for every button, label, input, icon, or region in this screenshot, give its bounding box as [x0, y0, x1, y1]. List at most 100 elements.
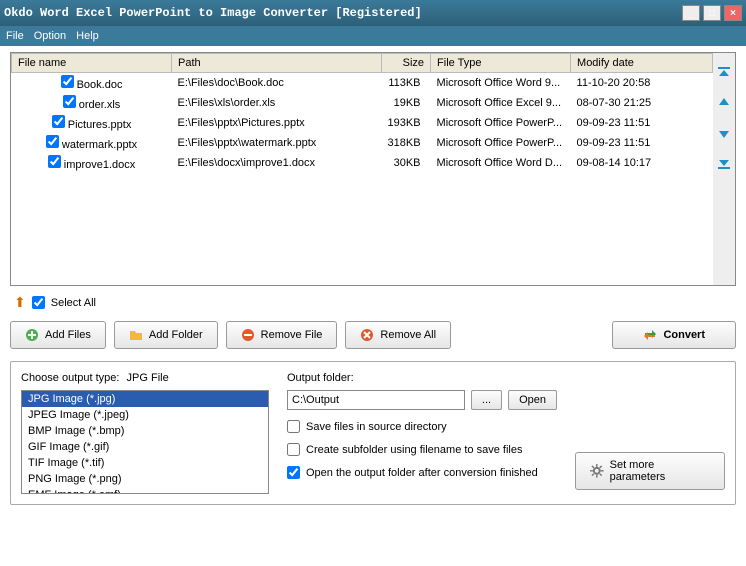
cell-date: 09-09-23 11:51 — [571, 133, 713, 153]
cell-path: E:\Files\doc\Book.doc — [172, 73, 382, 94]
more-parameters-button[interactable]: Set more parameters — [575, 452, 725, 490]
file-list-panel: File name Path Size File Type Modify dat… — [10, 52, 736, 286]
row-checkbox[interactable] — [52, 115, 65, 128]
col-size[interactable]: Size — [382, 54, 431, 73]
cell-type: Microsoft Office Word D... — [431, 153, 571, 173]
col-date[interactable]: Modify date — [571, 54, 713, 73]
cell-size: 318KB — [382, 133, 431, 153]
titlebar: Okdo Word Excel PowerPoint to Image Conv… — [0, 0, 746, 26]
more-parameters-label: Set more parameters — [610, 459, 710, 483]
cell-size: 30KB — [382, 153, 431, 173]
format-option[interactable]: JPG Image (*.jpg) — [22, 391, 268, 407]
window-controls: _ □ × — [682, 5, 742, 21]
menu-bar: File Option Help — [0, 26, 746, 46]
output-type-current: JPG File — [127, 372, 169, 384]
select-all-row: ⬆ Select All — [14, 294, 736, 311]
cell-date: 11-10-20 20:58 — [571, 73, 713, 94]
file-list-header: File name Path Size File Type Modify dat… — [12, 54, 713, 73]
move-up-icon[interactable] — [716, 95, 732, 111]
select-all-label: Select All — [51, 297, 96, 309]
add-files-button[interactable]: Add Files — [10, 321, 106, 349]
table-row[interactable]: improve1.docx E:\Files\docx\improve1.docx… — [12, 153, 713, 173]
format-option[interactable]: BMP Image (*.bmp) — [22, 423, 268, 439]
menu-file[interactable]: File — [6, 30, 24, 42]
table-row[interactable]: order.xls E:\Files\xls\order.xls19KBMicro… — [12, 93, 713, 113]
output-format-list[interactable]: JPG Image (*.jpg)JPEG Image (*.jpeg)BMP … — [21, 390, 269, 494]
format-option[interactable]: JPEG Image (*.jpeg) — [22, 407, 268, 423]
format-option[interactable]: PNG Image (*.png) — [22, 471, 268, 487]
col-path[interactable]: Path — [172, 54, 382, 73]
move-down-icon[interactable] — [716, 125, 732, 141]
cell-name: watermark.pptx — [62, 139, 137, 151]
table-row[interactable]: Pictures.pptx E:\Files\pptx\Pictures.pptx… — [12, 113, 713, 133]
remove-file-button[interactable]: Remove File — [226, 321, 338, 349]
minus-icon — [241, 328, 255, 342]
cell-size: 193KB — [382, 113, 431, 133]
col-filename[interactable]: File name — [12, 54, 172, 73]
plus-icon — [25, 328, 39, 342]
output-type-label: Choose output type: — [21, 372, 119, 384]
cell-type: Microsoft Office Word 9... — [431, 73, 571, 94]
col-type[interactable]: File Type — [431, 54, 571, 73]
row-checkbox[interactable] — [48, 155, 61, 168]
reorder-controls — [713, 53, 735, 285]
move-top-icon[interactable] — [716, 65, 732, 81]
cell-path: E:\Files\docx\improve1.docx — [172, 153, 382, 173]
move-bottom-icon[interactable] — [716, 155, 732, 171]
add-folder-button[interactable]: Add Folder — [114, 321, 218, 349]
row-checkbox[interactable] — [61, 75, 74, 88]
save-source-checkbox[interactable] — [287, 420, 300, 433]
convert-button[interactable]: Convert — [612, 321, 736, 349]
table-row[interactable]: Book.doc E:\Files\doc\Book.doc113KBMicros… — [12, 73, 713, 94]
up-arrow-icon: ⬆ — [14, 294, 26, 311]
close-button[interactable]: × — [724, 5, 742, 21]
open-folder-button[interactable]: Open — [508, 390, 557, 410]
cell-size: 19KB — [382, 93, 431, 113]
cell-date: 09-09-23 11:51 — [571, 113, 713, 133]
convert-icon — [643, 328, 657, 342]
output-folder-input[interactable] — [287, 390, 465, 410]
cell-type: Microsoft Office PowerP... — [431, 133, 571, 153]
subfolder-label: Create subfolder using filename to save … — [306, 444, 522, 456]
remove-file-label: Remove File — [261, 329, 323, 341]
browse-button[interactable]: ... — [471, 390, 502, 410]
cell-date: 09-08-14 10:17 — [571, 153, 713, 173]
cell-path: E:\Files\pptx\watermark.pptx — [172, 133, 382, 153]
gear-icon — [590, 464, 604, 478]
minimize-button[interactable]: _ — [682, 5, 700, 21]
file-list[interactable]: File name Path Size File Type Modify dat… — [11, 53, 713, 285]
save-source-label: Save files in source directory — [306, 421, 447, 433]
output-folder-label: Output folder: — [287, 372, 557, 384]
cell-path: E:\Files\pptx\Pictures.pptx — [172, 113, 382, 133]
format-option[interactable]: EMF Image (*.emf) — [22, 487, 268, 494]
menu-option[interactable]: Option — [34, 30, 66, 42]
remove-all-label: Remove All — [380, 329, 436, 341]
folder-icon — [129, 328, 143, 342]
cell-name: Book.doc — [77, 79, 123, 91]
maximize-button[interactable]: □ — [703, 5, 721, 21]
cell-size: 113KB — [382, 73, 431, 94]
format-option[interactable]: GIF Image (*.gif) — [22, 439, 268, 455]
menu-help[interactable]: Help — [76, 30, 99, 42]
remove-all-icon — [360, 328, 374, 342]
add-folder-label: Add Folder — [149, 329, 203, 341]
select-all-checkbox[interactable] — [32, 296, 45, 309]
cell-path: E:\Files\xls\order.xls — [172, 93, 382, 113]
cell-name: order.xls — [79, 99, 121, 111]
format-option[interactable]: TIF Image (*.tif) — [22, 455, 268, 471]
open-after-checkbox[interactable] — [287, 466, 300, 479]
subfolder-checkbox[interactable] — [287, 443, 300, 456]
cell-name: Pictures.pptx — [68, 119, 132, 131]
row-checkbox[interactable] — [46, 135, 59, 148]
cell-type: Microsoft Office PowerP... — [431, 113, 571, 133]
table-row[interactable]: watermark.pptx E:\Files\pptx\watermark.pp… — [12, 133, 713, 153]
cell-date: 08-07-30 21:25 — [571, 93, 713, 113]
cell-type: Microsoft Office Excel 9... — [431, 93, 571, 113]
remove-all-button[interactable]: Remove All — [345, 321, 451, 349]
open-after-label: Open the output folder after conversion … — [306, 467, 538, 479]
cell-name: improve1.docx — [64, 159, 136, 171]
add-files-label: Add Files — [45, 329, 91, 341]
action-button-row: Add Files Add Folder Remove File Remove … — [10, 317, 736, 361]
output-panel: Choose output type: JPG File JPG Image (… — [10, 361, 736, 505]
row-checkbox[interactable] — [63, 95, 76, 108]
